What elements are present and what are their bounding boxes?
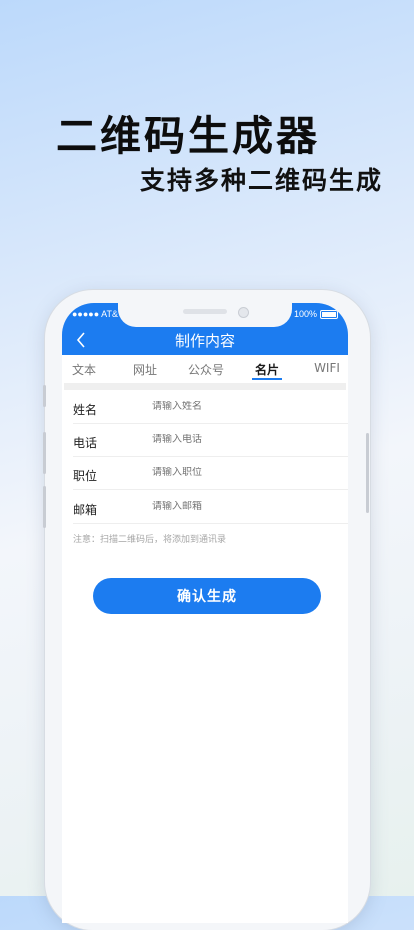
form-row-position: 职位 — [62, 457, 348, 490]
app-screen: ●●●●● AT&T 100% 制作内容 文本 网址 公众号 名片 WIFI 姓… — [62, 303, 348, 923]
position-label: 职位 — [73, 469, 98, 483]
tab-business-card[interactable]: 名片 — [255, 361, 279, 378]
phone-notch — [118, 303, 292, 327]
phone-volume-down-button — [43, 486, 46, 528]
name-label: 姓名 — [73, 403, 98, 417]
form-row-email: 邮箱 — [62, 491, 348, 524]
status-carrier: ●●●●● AT&T — [72, 309, 124, 319]
position-input[interactable] — [152, 467, 332, 478]
form-row-phone: 电话 — [62, 424, 348, 457]
form-row-name: 姓名 — [62, 391, 348, 424]
tab-official-account[interactable]: 公众号 — [188, 361, 224, 378]
form-note: 注意：扫描二维码后，将添加到通讯录 — [73, 535, 227, 545]
row-divider — [73, 489, 348, 490]
name-input[interactable] — [152, 401, 332, 412]
email-label: 邮箱 — [73, 503, 98, 517]
hero-subtitle: 支持多种二维码生成 — [139, 166, 383, 195]
hero-title: 二维码生成器 — [56, 112, 320, 160]
status-battery: 100% — [294, 309, 338, 319]
phone-volume-up-button — [43, 432, 46, 474]
active-tab-indicator — [252, 378, 282, 380]
phone-camera — [238, 307, 249, 318]
tab-url[interactable]: 网址 — [133, 361, 157, 378]
battery-percent: 100% — [293, 309, 317, 319]
email-input[interactable] — [152, 501, 332, 512]
phone-side-button — [43, 385, 46, 407]
battery-icon — [320, 309, 338, 319]
section-divider — [64, 383, 346, 390]
page-title: 制作内容 — [174, 332, 235, 350]
phone-power-button — [366, 433, 369, 513]
phone-label: 电话 — [73, 436, 98, 450]
tab-text[interactable]: 文本 — [72, 361, 96, 378]
tab-wifi[interactable]: WIFI — [314, 361, 340, 375]
row-divider — [73, 523, 348, 524]
phone-speaker — [183, 309, 227, 314]
tab-bar: 文本 网址 公众号 名片 WIFI — [62, 355, 348, 383]
phone-input[interactable] — [152, 434, 332, 445]
confirm-generate-button[interactable]: 确认生成 — [93, 578, 321, 614]
